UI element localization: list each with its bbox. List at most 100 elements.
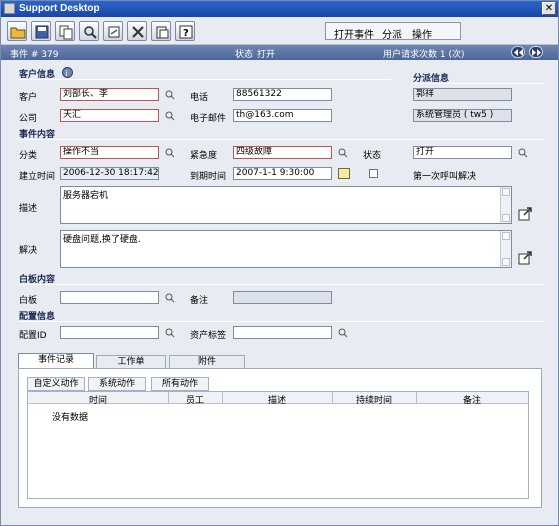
whiteboard-label: 白板 [19, 296, 38, 306]
assign-group-field[interactable]: 系统管理员 ( tw5 ) [413, 109, 512, 122]
customer-field[interactable]: 刘部长、李 [60, 88, 159, 101]
save-icon [35, 25, 49, 39]
fast-forward-icon [532, 49, 541, 56]
expand-icon[interactable] [518, 207, 532, 221]
request-count: 用户请求次数 1 (次) [383, 50, 465, 60]
rewind-icon [514, 49, 523, 56]
urgency-field[interactable]: 四级故障 [233, 146, 332, 159]
phone-label: 电话 [190, 93, 209, 103]
event-number: 事件 # 379 [10, 50, 59, 60]
copy-button[interactable] [55, 21, 75, 41]
note-label: 备注 [190, 296, 209, 306]
refresh-icon [108, 26, 120, 38]
lookup-icon[interactable] [165, 148, 175, 158]
due-time-field[interactable]: 2007-1-1 9:30:00 [233, 167, 332, 180]
solution-text: 硬盘问题,换了硬盘. [63, 235, 141, 245]
open-folder-button[interactable] [7, 21, 27, 41]
state-label: 状态 [363, 151, 382, 161]
assign-menu[interactable]: 分派 [382, 26, 402, 41]
app-icon [4, 3, 15, 14]
solution-label: 解决 [19, 246, 38, 256]
config-id-field[interactable] [60, 326, 159, 339]
paste-button[interactable] [151, 21, 171, 41]
first-call-label: 第一次呼叫解决 [413, 172, 477, 182]
whiteboard-field[interactable] [60, 291, 159, 304]
action-grid: 时间 员工 描述 持续时间 备注 没有数据 [27, 391, 529, 499]
due-time-label: 到期时间 [190, 172, 227, 182]
company-label: 公司 [19, 114, 38, 124]
lookup-icon[interactable] [165, 328, 175, 338]
email-field[interactable]: th@163.com [233, 109, 332, 122]
divider [19, 79, 391, 80]
delete-button[interactable] [127, 21, 147, 41]
lookup-icon[interactable] [165, 90, 175, 100]
col-time[interactable]: 时间 [28, 393, 168, 406]
prev-button[interactable] [511, 46, 525, 58]
subtab-custom-actions[interactable]: 自定义动作 [27, 377, 85, 391]
asset-tag-label: 资产标签 [190, 331, 227, 341]
svg-text:i: i [66, 69, 68, 78]
lookup-icon[interactable] [338, 148, 348, 158]
phone-field[interactable]: 88561322 [233, 88, 332, 101]
calendar-icon[interactable] [338, 168, 350, 179]
toolbar: ? 打开事件 分派 操作 [1, 17, 558, 45]
col-duration[interactable]: 持续时间 [332, 393, 416, 406]
grid-header: 时间 员工 描述 持续时间 备注 [28, 392, 528, 406]
status-value: 打开 [257, 50, 276, 60]
delete-icon [132, 26, 144, 38]
col-description[interactable]: 描述 [222, 393, 332, 406]
status-label: 状态 [235, 50, 254, 60]
urgency-label: 紧急度 [190, 151, 218, 161]
event-status-bar: 事件 # 379 状态 打开 用户请求次数 1 (次) [1, 45, 558, 60]
open-folder-icon [10, 27, 26, 39]
help-button[interactable]: ? [175, 21, 195, 41]
company-field[interactable]: 天汇 [60, 109, 159, 122]
customer-label: 客户 [19, 93, 38, 103]
note-field[interactable] [233, 291, 332, 304]
tab-work-order[interactable]: 工作单 [96, 355, 166, 369]
info-icon[interactable]: i [62, 67, 73, 78]
lookup-icon[interactable] [165, 111, 175, 121]
lookup-icon[interactable] [165, 293, 175, 303]
solution-textarea[interactable]: 硬盘问题,换了硬盘. [60, 230, 512, 268]
description-textarea[interactable]: 服务器宕机 [60, 186, 512, 224]
first-call-checkbox[interactable] [369, 169, 378, 178]
category-label: 分类 [19, 151, 38, 161]
scrollbar[interactable] [500, 231, 511, 267]
col-staff[interactable]: 员工 [168, 393, 222, 406]
action-menu: 打开事件 分派 操作 [325, 22, 461, 41]
scrollbar[interactable] [500, 187, 511, 223]
copy-icon [59, 25, 73, 40]
created-time-field: 2006-12-30 18:17:42 [60, 167, 159, 180]
subtab-all-actions[interactable]: 所有动作 [151, 377, 209, 391]
tab-attachments[interactable]: 附件 [169, 355, 245, 369]
divider [19, 139, 543, 140]
lookup-icon[interactable] [338, 328, 348, 338]
col-note[interactable]: 备注 [416, 393, 528, 406]
email-label: 电子邮件 [190, 114, 227, 124]
config-id-label: 配置ID [19, 331, 47, 341]
subtab-system-actions[interactable]: 系统动作 [88, 377, 146, 391]
lookup-icon[interactable] [518, 148, 528, 158]
asset-tag-field[interactable] [233, 326, 332, 339]
assignee-field[interactable]: 郭祥 [413, 88, 512, 101]
state-field[interactable]: 打开 [413, 146, 512, 159]
next-button[interactable] [529, 46, 543, 58]
divider [19, 321, 543, 322]
refresh-button[interactable] [103, 21, 123, 41]
search-button[interactable] [79, 21, 99, 41]
search-icon [84, 26, 97, 39]
expand-icon[interactable] [518, 251, 532, 265]
created-time-label: 建立时间 [19, 172, 56, 182]
divider [19, 284, 543, 285]
open-event-menu[interactable]: 打开事件 [334, 26, 374, 41]
action-menu-item[interactable]: 操作 [412, 26, 432, 41]
close-button[interactable]: ✕ [542, 2, 556, 15]
window-title: Support Desktop [19, 3, 100, 14]
tab-event-log[interactable]: 事件记录 [18, 353, 94, 368]
save-button[interactable] [31, 21, 51, 41]
support-desktop-window: Support Desktop ✕ ? 打开事件 分派 操作 事件 # 379 … [0, 0, 559, 526]
help-icon: ? [179, 25, 193, 39]
paste-icon [156, 26, 169, 39]
category-field[interactable]: 操作不当 [60, 146, 159, 159]
